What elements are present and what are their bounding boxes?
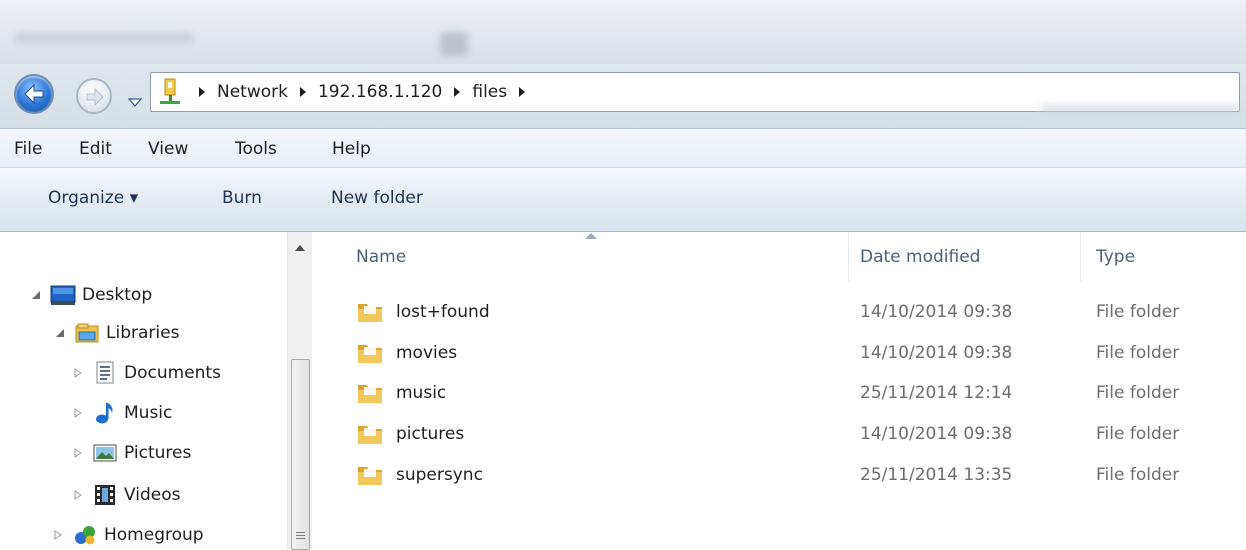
file-type: File folder: [1096, 424, 1180, 444]
menu-help[interactable]: Help: [332, 139, 371, 159]
breadcrumb-host[interactable]: 192.168.1.120: [316, 82, 444, 102]
navigation-pane: Desktop Libraries Documents Music Pictur…: [0, 232, 312, 550]
folder-icon: [358, 304, 382, 322]
music-icon: [92, 401, 118, 425]
menu-tools[interactable]: Tools: [235, 139, 277, 159]
menu-bar: File Edit View Tools Help: [0, 128, 1246, 168]
back-arrow-icon: [24, 84, 44, 104]
grip-icon: [296, 532, 305, 541]
scroll-thumb[interactable]: [291, 359, 310, 550]
file-date: 25/11/2014 13:35: [860, 465, 1013, 485]
command-bar: Organize ▾ Burn New folder: [0, 168, 1246, 232]
column-header-row: Name Date modified Type: [312, 232, 1246, 282]
folder-icon: [358, 345, 382, 363]
menu-view[interactable]: View: [148, 139, 188, 159]
tree-label: Pictures: [124, 443, 192, 463]
homegroup-icon: [72, 523, 98, 547]
file-date: 14/10/2014 09:38: [860, 424, 1013, 444]
tree-label: Libraries: [106, 323, 180, 343]
collapsed-arrow-icon[interactable]: [70, 490, 86, 500]
file-type: File folder: [1096, 343, 1180, 363]
burn-button[interactable]: Burn: [222, 188, 262, 208]
collapsed-arrow-icon[interactable]: [70, 408, 86, 418]
forward-arrow-icon: [86, 88, 104, 106]
window-control-blurred: [440, 32, 468, 56]
file-date: 25/11/2014 12:14: [860, 383, 1013, 403]
organize-button[interactable]: Organize ▾: [48, 188, 138, 208]
file-date: 14/10/2014 09:38: [860, 302, 1013, 322]
column-divider[interactable]: [1080, 232, 1081, 282]
sort-ascending-icon: [585, 233, 597, 239]
file-row[interactable]: lost+found 14/10/2014 09:38 File folder: [312, 292, 1246, 332]
forward-button[interactable]: [76, 78, 112, 114]
file-name: lost+found: [396, 302, 490, 322]
tree-label: Videos: [124, 485, 181, 505]
file-row[interactable]: pictures 14/10/2014 09:38 File folder: [312, 414, 1246, 454]
tree-item-libraries[interactable]: Libraries: [52, 318, 179, 348]
breadcrumb-separator-icon[interactable]: [189, 87, 215, 97]
window-title-blurred: [14, 32, 194, 44]
tree-item-pictures[interactable]: Pictures: [70, 438, 191, 468]
tree-label: Homegroup: [104, 525, 204, 545]
breadcrumb-files[interactable]: files: [470, 82, 509, 102]
file-name: supersync: [396, 465, 483, 485]
tree-item-homegroup[interactable]: Homegroup: [50, 520, 204, 550]
file-row[interactable]: music 25/11/2014 12:14 File folder: [312, 373, 1246, 413]
expanded-arrow-icon[interactable]: [52, 328, 68, 338]
file-date: 14/10/2014 09:38: [860, 343, 1013, 363]
file-name: pictures: [396, 424, 465, 444]
file-name: movies: [396, 343, 458, 363]
expanded-arrow-icon[interactable]: [28, 290, 44, 300]
column-header-type[interactable]: Type: [1096, 247, 1135, 267]
videos-icon: [92, 483, 118, 507]
libraries-icon: [74, 321, 100, 345]
collapsed-arrow-icon[interactable]: [70, 448, 86, 458]
file-row[interactable]: movies 14/10/2014 09:38 File folder: [312, 333, 1246, 373]
tree-label: Music: [124, 403, 173, 423]
tree-label: Documents: [124, 363, 221, 383]
column-header-name[interactable]: Name: [356, 247, 406, 267]
search-box-blurred: [1040, 106, 1240, 114]
tree-item-documents[interactable]: Documents: [70, 358, 221, 388]
tree-item-music[interactable]: Music: [70, 398, 172, 428]
tree-label: Desktop: [82, 285, 153, 305]
menu-file[interactable]: File: [14, 139, 42, 159]
file-type: File folder: [1096, 302, 1180, 322]
recent-locations-button[interactable]: [127, 92, 143, 107]
new-folder-button[interactable]: New folder: [331, 188, 423, 208]
file-row[interactable]: supersync 25/11/2014 13:35 File folder: [312, 455, 1246, 495]
menu-edit[interactable]: Edit: [79, 139, 112, 159]
breadcrumb-separator-icon[interactable]: [509, 87, 535, 97]
folder-icon: [358, 385, 382, 403]
documents-icon: [92, 361, 118, 385]
breadcrumb-network[interactable]: Network: [215, 82, 290, 102]
back-button[interactable]: [14, 74, 54, 114]
folder-icon: [358, 467, 382, 485]
breadcrumb-separator-icon[interactable]: [444, 87, 470, 97]
title-bar: [0, 0, 1246, 64]
file-type: File folder: [1096, 465, 1180, 485]
chevron-down-icon: [127, 98, 143, 107]
navigation-scrollbar[interactable]: [287, 232, 312, 550]
column-divider[interactable]: [848, 232, 849, 282]
breadcrumb-separator-icon[interactable]: [290, 87, 316, 97]
desktop-icon: [50, 283, 76, 307]
network-location-icon: [151, 73, 189, 111]
pictures-icon: [92, 441, 118, 465]
column-header-date[interactable]: Date modified: [860, 247, 980, 267]
navigation-row: Network 192.168.1.120 files: [0, 64, 1246, 128]
tree-item-videos[interactable]: Videos: [70, 480, 181, 510]
file-name: music: [396, 383, 447, 403]
folder-icon: [358, 426, 382, 444]
scroll-up-arrow-icon[interactable]: [294, 244, 306, 252]
tree-item-desktop[interactable]: Desktop: [28, 280, 152, 310]
collapsed-arrow-icon[interactable]: [70, 368, 86, 378]
file-type: File folder: [1096, 383, 1180, 403]
collapsed-arrow-icon[interactable]: [50, 530, 66, 540]
